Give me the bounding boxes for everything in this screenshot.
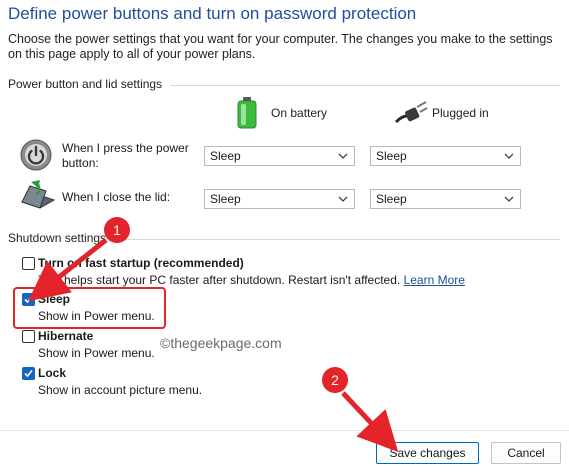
annotation-badge-2: 2 bbox=[322, 367, 348, 393]
annotation-arrow-1 bbox=[28, 238, 108, 302]
annotation-arrows bbox=[28, 238, 399, 452]
annotation-arrow-2 bbox=[341, 391, 399, 452]
annotation-badge-1: 1 bbox=[104, 217, 130, 243]
